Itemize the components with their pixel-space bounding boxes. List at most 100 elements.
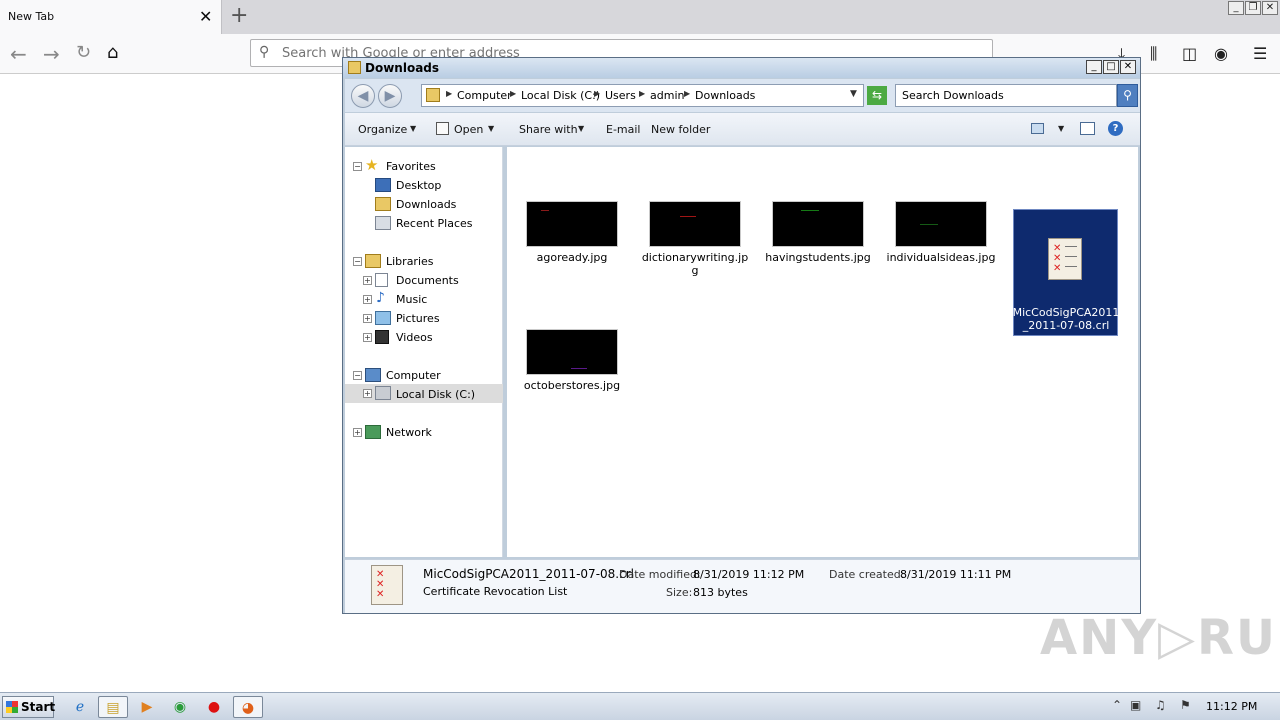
opera-icon[interactable]: ● [199,696,229,718]
forward-icon[interactable]: → [43,42,60,66]
organize-button[interactable]: Organize [358,123,407,136]
search-icon[interactable]: ⚲ [1117,84,1138,107]
tree-documents[interactable]: + Documents [363,271,503,290]
show-hidden-icons-icon[interactable]: ⌃ [1112,698,1122,712]
breadcrumb-local-disk[interactable]: Local Disk (C:) [521,89,600,102]
action-center-flag-icon[interactable]: ⚑ [1180,698,1191,712]
tree-local-disk[interactable]: + Local Disk (C:) [345,384,503,403]
tree-favorites[interactable]: − ★ Favorites [353,156,503,176]
breadcrumb-users[interactable]: Users [605,89,636,102]
collapse-icon[interactable]: − [353,371,362,380]
view-icon[interactable] [1031,123,1044,134]
breadcrumb-admin[interactable]: admin [650,89,684,102]
firefox-icon[interactable]: ◕ [233,696,263,718]
explorer-taskbar-icon[interactable]: ▤ [98,696,128,718]
search-input[interactable]: Search Downloads [895,84,1117,107]
size-value: 813 bytes [693,586,748,599]
ie-icon[interactable]: ℯ [65,696,95,718]
new-tab-button[interactable]: + [230,3,248,28]
file-name-line: g [691,264,699,277]
share-with-button[interactable]: Share with [519,123,578,136]
tree-label: Downloads [396,198,457,211]
tab-new-tab[interactable]: New Tab ✕ [0,0,222,34]
close-button[interactable]: ✕ [1262,1,1278,15]
tree-music[interactable]: + ♪ Music [363,290,503,309]
expand-icon[interactable]: + [363,333,372,342]
expand-icon[interactable]: + [363,295,372,304]
restore-button[interactable]: ❐ [1245,1,1261,15]
media-player-icon[interactable]: ▶ [132,696,162,718]
tree-recent-places[interactable]: Recent Places [375,214,503,233]
file-item[interactable]: havingstudents.jpg [753,197,871,277]
start-button[interactable]: Start [2,696,55,718]
chrome-icon[interactable]: ◉ [165,696,195,718]
preview-pane-icon[interactable] [1080,122,1095,135]
tree-pictures[interactable]: + Pictures [363,309,503,328]
tree-libraries[interactable]: − Libraries [353,252,503,271]
tree-label: Computer [386,369,441,382]
forward-button[interactable]: ▶ [378,84,402,108]
file-item[interactable]: individualsideas.jpg [876,197,995,277]
network-icon [365,425,381,439]
back-button[interactable]: ◀ [351,84,375,108]
file-item[interactable]: dictionarywriting.jp g [630,197,748,277]
breadcrumb-downloads[interactable]: Downloads [695,89,755,102]
chevron-right-icon[interactable]: ▶ [446,89,452,98]
home-icon[interactable]: ⌂ [107,42,118,63]
tree-network[interactable]: + Network [353,423,503,442]
clock[interactable]: 11:12 PM [1206,700,1257,713]
explorer-titlebar[interactable]: Downloads _ □ ✕ [343,58,1140,78]
tab-close-icon[interactable]: ✕ [199,7,212,26]
chevron-right-icon[interactable]: ▶ [594,89,600,98]
explorer-maximize-button[interactable]: □ [1103,60,1119,74]
tree-computer[interactable]: − Computer [353,366,503,385]
tree-desktop[interactable]: Desktop [375,176,503,195]
tree-label: Network [386,426,432,439]
collapse-icon[interactable]: − [353,162,362,171]
explorer-minimize-button[interactable]: _ [1086,60,1102,74]
new-folder-button[interactable]: New folder [651,123,710,136]
chevron-right-icon[interactable]: ▶ [639,89,645,98]
library-icon[interactable]: ⫼ [1150,44,1157,64]
certificate-file-icon: ✕ ✕ ✕ [1048,238,1082,280]
tree-videos[interactable]: + Videos [363,328,503,347]
minimize-button[interactable]: _ [1228,1,1244,15]
help-icon[interactable]: ? [1108,121,1123,136]
videos-icon [375,330,389,344]
expand-icon[interactable]: + [363,276,372,285]
open-button[interactable]: Open [454,123,483,136]
tree-label: Local Disk (C:) [396,388,476,401]
sidebar-icon[interactable]: ◫ [1182,44,1197,63]
image-thumbnail [526,329,618,375]
volume-icon[interactable]: ♫ [1155,698,1166,712]
breadcrumb-computer[interactable]: Computer [457,89,512,102]
folder-icon [426,88,440,102]
line-decoration [1065,256,1077,257]
modified-label: Date modified: [619,568,701,581]
star-icon: ★ [365,156,379,174]
file-item[interactable]: agoready.jpg [507,197,625,277]
reload-icon[interactable]: ↻ [76,42,91,63]
expand-icon[interactable]: + [363,314,372,323]
menu-icon[interactable]: ☰ [1253,44,1267,63]
x-mark-icon: ✕ ✕ ✕ [376,569,385,600]
file-item-selected[interactable]: ✕ ✕ ✕ MicCodSigPCA2011 _2011-07-08.crl [1013,209,1119,336]
email-button[interactable]: E-mail [606,123,641,136]
file-item[interactable]: octoberstores.jpg [507,325,625,405]
chevron-down-icon[interactable]: ▼ [1058,124,1064,133]
chevron-right-icon[interactable]: ▶ [510,89,516,98]
tree-downloads[interactable]: Downloads [375,195,503,214]
chevron-down-icon[interactable]: ▼ [850,89,857,99]
network-tray-icon[interactable]: ▣ [1130,698,1141,712]
address-bar[interactable]: ▶ Computer ▶ Local Disk (C:) ▶ Users ▶ a… [421,84,864,107]
expand-icon[interactable]: + [353,428,362,437]
refresh-icon[interactable]: ⇆ [867,86,887,105]
pictures-icon [375,311,391,325]
search-placeholder: Search Downloads [902,89,1004,102]
account-icon[interactable]: ◉ [1214,44,1228,63]
explorer-close-button[interactable]: ✕ [1120,60,1136,74]
collapse-icon[interactable]: − [353,257,362,266]
expand-icon[interactable]: + [363,389,372,398]
chevron-right-icon[interactable]: ▶ [684,89,690,98]
back-icon[interactable]: ← [10,42,27,66]
